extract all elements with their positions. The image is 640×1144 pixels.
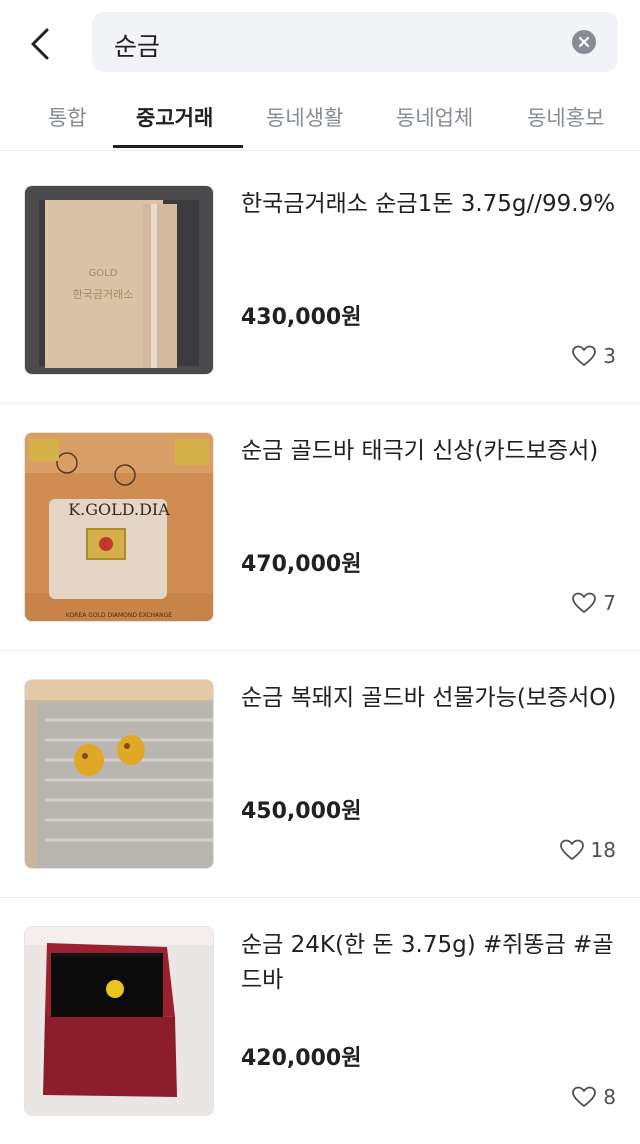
clear-search-button[interactable]	[572, 30, 596, 54]
svg-text:GOLD: GOLD	[89, 268, 118, 279]
product-image[interactable]	[24, 679, 214, 869]
list-item[interactable]: GOLD 한국금거래소 한국금거래소 순금1돈 3.75g//99.9% 430…	[0, 157, 640, 403]
product-image[interactable]: K.GOLD.DIA KOREA GOLD DIAMOND EXCHANGE	[24, 432, 214, 622]
list-item[interactable]: 순금 복돼지 골드바 선물가능(보증서O) 450,000원 18	[0, 650, 640, 897]
heart-icon	[572, 1086, 597, 1107]
product-list: GOLD 한국금거래소 한국금거래소 순금1돈 3.75g//99.9% 430…	[0, 157, 640, 1144]
chevron-left-icon	[31, 28, 49, 60]
close-icon	[578, 36, 590, 48]
product-image[interactable]: GOLD 한국금거래소	[24, 185, 214, 375]
like-count: 18	[559, 838, 616, 862]
like-count: 7	[571, 591, 616, 615]
like-count-value: 3	[603, 344, 616, 368]
heart-icon	[559, 839, 584, 860]
category-tabs: 통합 중고거래 동네생활 동네업체 동네홍보	[0, 88, 640, 151]
like-count-value: 18	[590, 838, 616, 862]
like-count: 8	[571, 1085, 616, 1109]
heart-icon	[572, 345, 597, 366]
svg-text:K.GOLD.DIA: K.GOLD.DIA	[68, 500, 170, 519]
product-image[interactable]	[24, 926, 214, 1116]
like-count: 3	[571, 344, 616, 368]
like-count-value: 7	[603, 591, 616, 615]
heart-icon	[572, 592, 597, 613]
product-price: 430,000원	[241, 305, 362, 330]
product-title[interactable]: 순금 골드바 태극기 신상(카드보증서)	[241, 434, 621, 469]
list-item[interactable]: 순금 24K(한 돈 3.75g) #쥐똥금 #골드바 420,000원 8	[0, 897, 640, 1144]
search-input[interactable]: 순금	[114, 27, 160, 63]
active-tab-indicator	[113, 145, 243, 148]
search-bar[interactable]: 순금	[92, 12, 618, 72]
product-price: 450,000원	[241, 799, 362, 824]
list-item[interactable]: K.GOLD.DIA KOREA GOLD DIAMOND EXCHANGE 순…	[0, 403, 640, 650]
like-count-value: 8	[603, 1085, 616, 1109]
back-button[interactable]	[20, 22, 64, 66]
top-bar: 순금	[0, 0, 640, 90]
svg-text:KOREA GOLD DIAMOND EXCHANGE: KOREA GOLD DIAMOND EXCHANGE	[66, 612, 172, 619]
tab-local-promo[interactable]: 동네홍보	[527, 102, 604, 132]
product-title[interactable]: 순금 24K(한 돈 3.75g) #쥐똥금 #골드바	[241, 928, 621, 998]
svg-text:한국금거래소: 한국금거래소	[73, 288, 134, 301]
product-title[interactable]: 순금 복돼지 골드바 선물가능(보증서O)	[241, 681, 621, 716]
tab-neighborhood-life[interactable]: 동네생활	[266, 102, 343, 132]
tab-all[interactable]: 통합	[48, 102, 87, 132]
tab-used-trade[interactable]: 중고거래	[136, 102, 213, 132]
product-title[interactable]: 한국금거래소 순금1돈 3.75g//99.9%	[241, 187, 621, 222]
product-price: 470,000원	[241, 552, 362, 577]
product-price: 420,000원	[241, 1046, 362, 1071]
tab-local-business[interactable]: 동네업체	[396, 102, 473, 132]
